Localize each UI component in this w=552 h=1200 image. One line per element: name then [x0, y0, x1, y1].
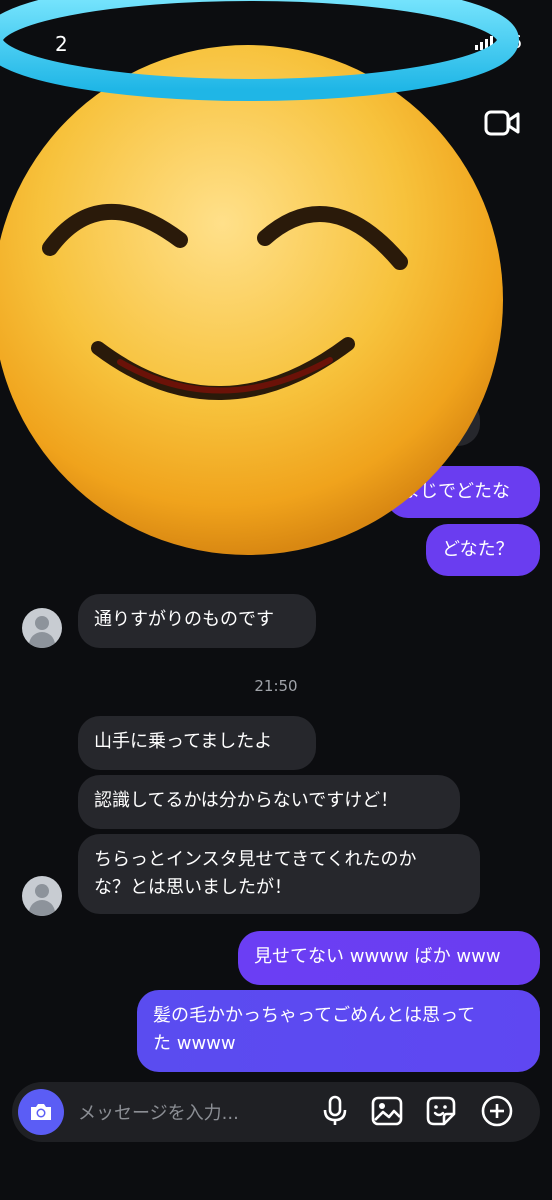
message-outgoing[interactable]: まじでどたな: [386, 466, 540, 518]
message-outgoing[interactable]: 見せてない wwww ばか www: [238, 931, 540, 985]
message-outgoing[interactable]: 髪の毛かかっちゃってごめんとは思って た wwww: [137, 990, 540, 1072]
sticker-icon[interactable]: [424, 1094, 458, 1128]
microphone-icon[interactable]: [318, 1094, 352, 1128]
camera-button[interactable]: [18, 1089, 64, 1135]
signal-icon: [475, 35, 494, 50]
camera-icon: [31, 1104, 51, 1120]
message-incoming[interactable]: 通りすがりのものです: [78, 594, 316, 648]
avatar[interactable]: [22, 876, 62, 916]
message-incoming[interactable]: ちらっとインスタ見せてきてくれたのか な？とは思いましたが！: [78, 834, 480, 914]
message-incoming[interactable]: 山手に乗ってましたよ: [78, 716, 316, 770]
message-input[interactable]: メッセージを入力...: [78, 1099, 239, 1125]
status-right: 46: [475, 32, 522, 53]
message-incoming[interactable]: 認識してるかは分からないですけど！: [78, 775, 460, 829]
video-camera-icon[interactable]: [484, 108, 520, 138]
add-icon[interactable]: [480, 1094, 514, 1128]
timestamp: 21:50: [254, 677, 298, 695]
message-outgoing[interactable]: どなた？: [426, 524, 540, 576]
avatar[interactable]: [22, 608, 62, 648]
image-icon[interactable]: [370, 1094, 404, 1128]
hidden-bubble: [400, 398, 480, 446]
status-time: 2: [55, 32, 68, 56]
battery-level: 46: [499, 32, 522, 53]
